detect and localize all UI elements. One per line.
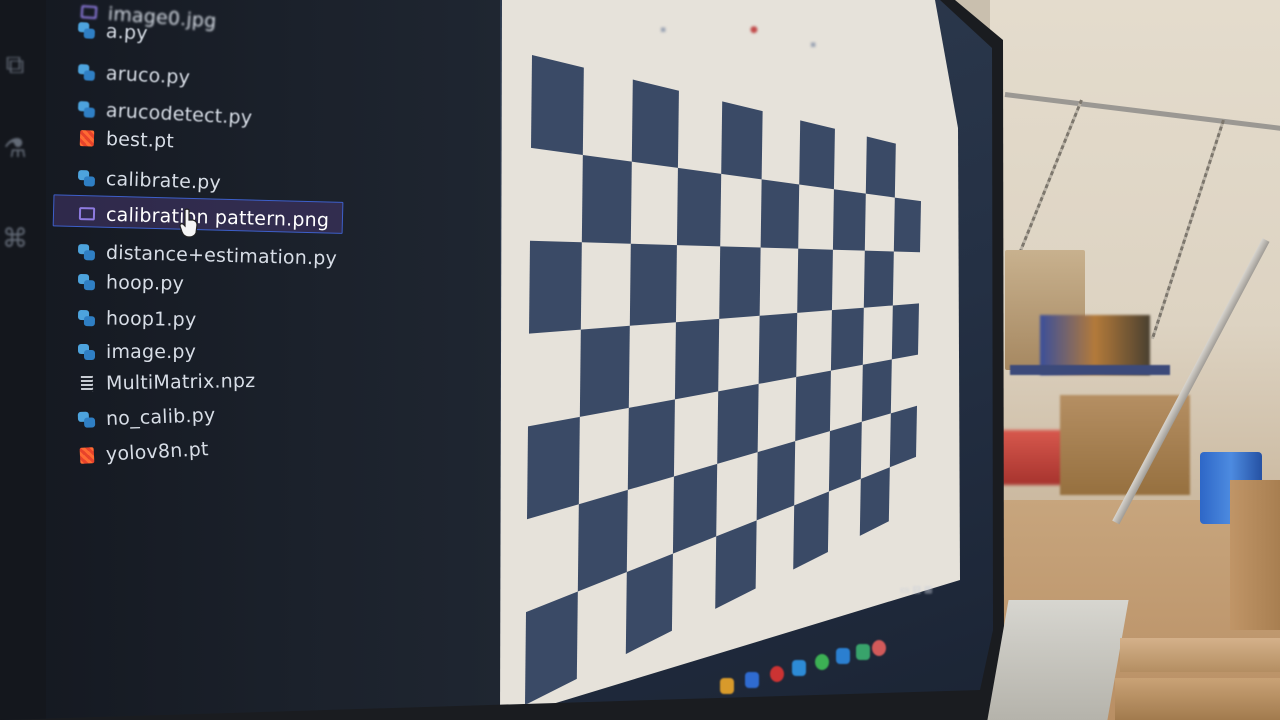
checker-square (891, 303, 919, 360)
calibration-pattern-image (500, 0, 960, 720)
foreground-bench (987, 600, 1280, 720)
checker-square (719, 246, 761, 319)
checker-square (795, 370, 831, 442)
checker-square (676, 167, 722, 247)
app-icon[interactable] (856, 644, 870, 660)
checker-square (674, 318, 720, 400)
wooden-plank (1115, 678, 1280, 720)
app-icon[interactable] (770, 666, 784, 682)
checker-square (721, 101, 763, 180)
checker-square (760, 179, 800, 249)
checker-square (527, 416, 580, 520)
checker-square (865, 136, 896, 198)
checker-square (758, 312, 798, 384)
app-icon[interactable] (720, 678, 734, 694)
laptop-bezel: ⧉ ⚗ ⌘ image0.jpg a.py aruco.py arucodete… (0, 0, 1004, 720)
checker-square (531, 55, 584, 155)
checker-square (627, 399, 675, 490)
wooden-plank (1120, 638, 1280, 672)
checker-square (893, 197, 921, 253)
checker-square (863, 250, 894, 308)
viewer-status-bar: ▭ ⊟ ⊞ (900, 585, 933, 596)
checker-square (861, 359, 892, 422)
app-icon[interactable] (815, 654, 829, 670)
checker-square (799, 120, 835, 190)
checker-square (832, 189, 866, 251)
app-icon[interactable] (872, 640, 886, 656)
checker-square (629, 243, 677, 326)
checker-square (797, 248, 833, 313)
taskbar (700, 632, 960, 712)
checker-square (717, 383, 759, 464)
checker-square (631, 79, 679, 168)
laptop-screen: ⧉ ⚗ ⌘ image0.jpg a.py aruco.py arucodete… (0, 0, 993, 720)
app-icon[interactable] (792, 660, 806, 676)
checker-square (529, 240, 582, 334)
checker-square (889, 405, 917, 468)
app-icon[interactable] (836, 648, 850, 664)
app-icon[interactable] (745, 672, 759, 688)
table-frame (1010, 365, 1170, 375)
checker-square (830, 307, 864, 371)
white-panel (987, 600, 1129, 720)
checker-square (581, 154, 632, 244)
checker-square (579, 325, 630, 417)
